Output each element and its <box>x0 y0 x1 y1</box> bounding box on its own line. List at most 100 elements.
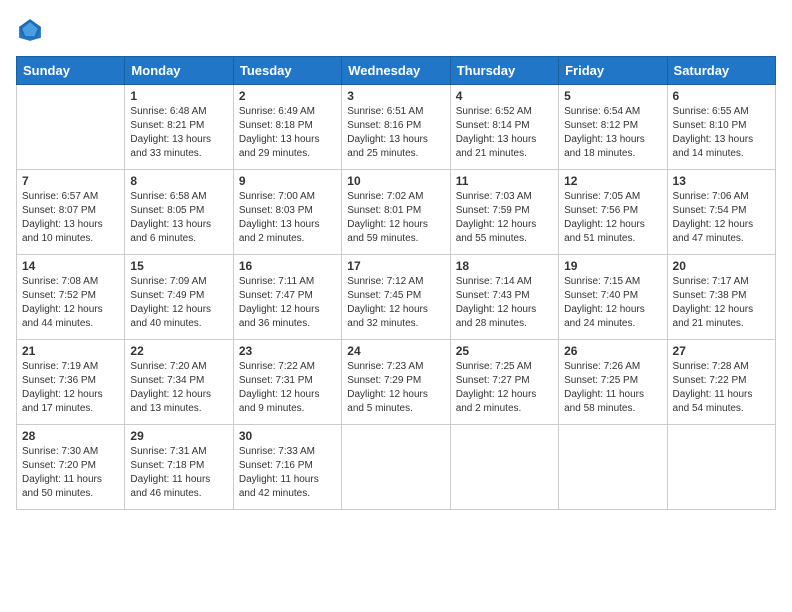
calendar-cell: 10 Sunrise: 7:02 AMSunset: 8:01 PMDayligh… <box>342 170 450 255</box>
day-info: Sunrise: 6:49 AMSunset: 8:18 PMDaylight:… <box>239 105 336 161</box>
calendar-table: SundayMondayTuesdayWednesdayThursdayFrid… <box>16 56 776 510</box>
day-number: 19 <box>564 259 661 273</box>
day-info: Sunrise: 7:02 AMSunset: 8:01 PMDaylight:… <box>347 190 444 246</box>
page-header <box>16 16 776 44</box>
calendar-cell: 15Sunrise: 7:09 AMSunset: 7:49 PMDayligh… <box>125 255 233 340</box>
day-info: Sunrise: 7:26 AMSunset: 7:25 PMDaylight:… <box>564 360 661 416</box>
day-info: Sunrise: 7:14 AMSunset: 7:43 PMDaylight:… <box>456 275 553 331</box>
day-header-friday: Friday <box>559 57 667 85</box>
day-info: Sunrise: 7:03 AMSunset: 7:59 PMDaylight:… <box>456 190 553 246</box>
day-number: 13 <box>673 174 770 188</box>
day-info: Sunrise: 7:11 AMSunset: 7:47 PMDaylight:… <box>239 275 336 331</box>
calendar-cell: 3 Sunrise: 6:51 AMSunset: 8:16 PMDaylight… <box>342 85 450 170</box>
day-header-wednesday: Wednesday <box>342 57 450 85</box>
day-number: 9 <box>239 174 336 188</box>
day-info: Sunrise: 7:12 AMSunset: 7:45 PMDaylight:… <box>347 275 444 331</box>
day-number: 7 <box>22 174 119 188</box>
day-number: 11 <box>456 174 553 188</box>
day-header-thursday: Thursday <box>450 57 558 85</box>
calendar-cell: 2 Sunrise: 6:49 AMSunset: 8:18 PMDaylight… <box>233 85 341 170</box>
days-header-row: SundayMondayTuesdayWednesdayThursdayFrid… <box>17 57 776 85</box>
day-info: Sunrise: 7:19 AMSunset: 7:36 PMDaylight:… <box>22 360 119 416</box>
day-number: 2 <box>239 89 336 103</box>
calendar-cell: 12Sunrise: 7:05 AMSunset: 7:56 PMDayligh… <box>559 170 667 255</box>
calendar-cell: 6 Sunrise: 6:55 AMSunset: 8:10 PMDaylight… <box>667 85 775 170</box>
day-number: 3 <box>347 89 444 103</box>
calendar-cell: 24Sunrise: 7:23 AMSunset: 7:29 PMDayligh… <box>342 340 450 425</box>
day-number: 20 <box>673 259 770 273</box>
calendar-cell: 11 Sunrise: 7:03 AMSunset: 7:59 PMDayligh… <box>450 170 558 255</box>
day-number: 22 <box>130 344 227 358</box>
day-info: Sunrise: 7:06 AMSunset: 7:54 PMDaylight:… <box>673 190 770 246</box>
week-row-5: 28 Sunrise: 7:30 AMSunset: 7:20 PMDayligh… <box>17 425 776 510</box>
day-number: 5 <box>564 89 661 103</box>
calendar-cell: 30 Sunrise: 7:33 AMSunset: 7:16 PMDayligh… <box>233 425 341 510</box>
day-info: Sunrise: 7:17 AMSunset: 7:38 PMDaylight:… <box>673 275 770 331</box>
calendar-cell: 18 Sunrise: 7:14 AMSunset: 7:43 PMDayligh… <box>450 255 558 340</box>
calendar-cell: 20 Sunrise: 7:17 AMSunset: 7:38 PMDayligh… <box>667 255 775 340</box>
calendar-header: SundayMondayTuesdayWednesdayThursdayFrid… <box>17 57 776 85</box>
day-info: Sunrise: 7:25 AMSunset: 7:27 PMDaylight:… <box>456 360 553 416</box>
logo <box>16 16 48 44</box>
day-info: Sunrise: 7:28 AMSunset: 7:22 PMDaylight:… <box>673 360 770 416</box>
calendar-cell: 28 Sunrise: 7:30 AMSunset: 7:20 PMDayligh… <box>17 425 125 510</box>
calendar-cell: 25Sunrise: 7:25 AMSunset: 7:27 PMDayligh… <box>450 340 558 425</box>
day-number: 1 <box>130 89 227 103</box>
day-number: 21 <box>22 344 119 358</box>
day-number: 23 <box>239 344 336 358</box>
day-info: Sunrise: 6:51 AMSunset: 8:16 PMDaylight:… <box>347 105 444 161</box>
week-row-4: 21 Sunrise: 7:19 AMSunset: 7:36 PMDayligh… <box>17 340 776 425</box>
day-info: Sunrise: 6:54 AMSunset: 8:12 PMDaylight:… <box>564 105 661 161</box>
day-info: Sunrise: 7:00 AMSunset: 8:03 PMDaylight:… <box>239 190 336 246</box>
calendar-cell <box>667 425 775 510</box>
calendar-cell: 29Sunrise: 7:31 AMSunset: 7:18 PMDayligh… <box>125 425 233 510</box>
day-info: Sunrise: 6:55 AMSunset: 8:10 PMDaylight:… <box>673 105 770 161</box>
day-number: 16 <box>239 259 336 273</box>
day-number: 6 <box>673 89 770 103</box>
week-row-1: 1Sunrise: 6:48 AMSunset: 8:21 PMDaylight… <box>17 85 776 170</box>
day-header-saturday: Saturday <box>667 57 775 85</box>
calendar-cell: 5 Sunrise: 6:54 AMSunset: 8:12 PMDaylight… <box>559 85 667 170</box>
day-number: 10 <box>347 174 444 188</box>
logo-icon <box>16 16 44 44</box>
calendar-cell: 26Sunrise: 7:26 AMSunset: 7:25 PMDayligh… <box>559 340 667 425</box>
calendar-cell: 4 Sunrise: 6:52 AMSunset: 8:14 PMDaylight… <box>450 85 558 170</box>
day-number: 14 <box>22 259 119 273</box>
day-number: 18 <box>456 259 553 273</box>
calendar-cell: 16 Sunrise: 7:11 AMSunset: 7:47 PMDayligh… <box>233 255 341 340</box>
calendar-cell <box>17 85 125 170</box>
day-info: Sunrise: 7:22 AMSunset: 7:31 PMDaylight:… <box>239 360 336 416</box>
calendar-cell: 14 Sunrise: 7:08 AMSunset: 7:52 PMDayligh… <box>17 255 125 340</box>
calendar-cell: 8 Sunrise: 6:58 AMSunset: 8:05 PMDaylight… <box>125 170 233 255</box>
day-info: Sunrise: 7:08 AMSunset: 7:52 PMDaylight:… <box>22 275 119 331</box>
day-number: 15 <box>130 259 227 273</box>
day-number: 4 <box>456 89 553 103</box>
day-info: Sunrise: 7:33 AMSunset: 7:16 PMDaylight:… <box>239 445 336 501</box>
calendar-cell: 9 Sunrise: 7:00 AMSunset: 8:03 PMDaylight… <box>233 170 341 255</box>
day-info: Sunrise: 6:57 AMSunset: 8:07 PMDaylight:… <box>22 190 119 246</box>
day-number: 24 <box>347 344 444 358</box>
calendar-cell <box>559 425 667 510</box>
day-number: 12 <box>564 174 661 188</box>
week-row-2: 7 Sunrise: 6:57 AMSunset: 8:07 PMDaylight… <box>17 170 776 255</box>
day-info: Sunrise: 7:20 AMSunset: 7:34 PMDaylight:… <box>130 360 227 416</box>
calendar-cell: 27 Sunrise: 7:28 AMSunset: 7:22 PMDayligh… <box>667 340 775 425</box>
day-info: Sunrise: 7:15 AMSunset: 7:40 PMDaylight:… <box>564 275 661 331</box>
day-number: 27 <box>673 344 770 358</box>
day-number: 28 <box>22 429 119 443</box>
day-number: 17 <box>347 259 444 273</box>
day-number: 8 <box>130 174 227 188</box>
calendar-cell: 19 Sunrise: 7:15 AMSunset: 7:40 PMDayligh… <box>559 255 667 340</box>
calendar-cell <box>450 425 558 510</box>
day-header-tuesday: Tuesday <box>233 57 341 85</box>
day-info: Sunrise: 6:52 AMSunset: 8:14 PMDaylight:… <box>456 105 553 161</box>
day-number: 30 <box>239 429 336 443</box>
calendar-cell: 17 Sunrise: 7:12 AMSunset: 7:45 PMDayligh… <box>342 255 450 340</box>
day-info: Sunrise: 7:30 AMSunset: 7:20 PMDaylight:… <box>22 445 119 501</box>
day-info: Sunrise: 6:58 AMSunset: 8:05 PMDaylight:… <box>130 190 227 246</box>
calendar-cell: 13 Sunrise: 7:06 AMSunset: 7:54 PMDayligh… <box>667 170 775 255</box>
calendar-cell: 22 Sunrise: 7:20 AMSunset: 7:34 PMDayligh… <box>125 340 233 425</box>
calendar-cell: 7 Sunrise: 6:57 AMSunset: 8:07 PMDaylight… <box>17 170 125 255</box>
calendar-cell: 21 Sunrise: 7:19 AMSunset: 7:36 PMDayligh… <box>17 340 125 425</box>
day-number: 29 <box>130 429 227 443</box>
